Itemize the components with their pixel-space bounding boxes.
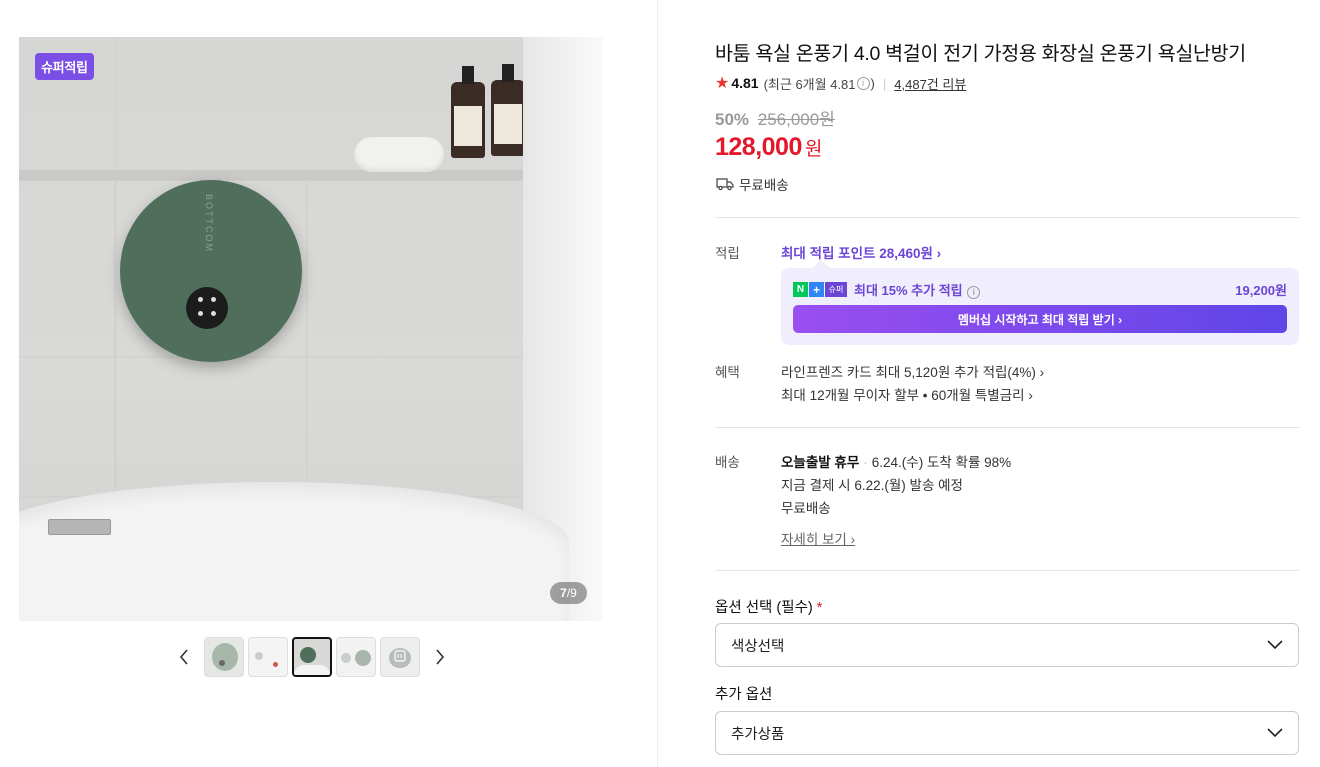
wall-shelf	[19, 170, 529, 180]
truck-icon	[716, 178, 734, 191]
rating-row: ★ 4.81 (최근 6개월 4.81 i ) | 4,487건 리뷰	[715, 73, 966, 93]
delivery-eta-row: 오늘출발 휴무 · 6.24.(수) 도착 확률 98%	[781, 451, 1011, 471]
discount-row: 50% 256,000원	[715, 105, 835, 130]
free-shipping-tag: 무료배송	[716, 174, 789, 194]
bathtub-image	[19, 482, 569, 621]
recent-rating-close: )	[870, 75, 875, 91]
membership-start-button[interactable]: 멤버십 시작하고 최대 적립 받기 ›	[793, 305, 1287, 333]
info-icon[interactable]: i	[856, 76, 870, 90]
price-unit: 원	[804, 139, 823, 160]
thumbnail-4[interactable]	[336, 637, 376, 677]
counter-current: 7	[560, 586, 567, 600]
extra-option-label: 추가 옵션	[715, 687, 773, 703]
discount-rate: 50%	[715, 110, 750, 129]
heater-control-panel	[186, 287, 228, 329]
divider	[715, 217, 1299, 218]
recent-rating: (최근 6개월 4.81	[763, 76, 856, 92]
npay-membership-box: N + 슈퍼 최대 15% 추가 적립 i 19,200원 멤버십 시작하고 최…	[781, 268, 1299, 345]
sale-price: 128,000	[715, 133, 802, 161]
extra-product-select-dropdown[interactable]: 추가상품	[715, 711, 1299, 755]
card-benefit-link[interactable]: 라인프렌즈 카드 최대 5,120원 추가 적립(4%) ›	[781, 361, 1044, 381]
color-select-dropdown[interactable]: 색상선택	[715, 623, 1299, 667]
thumbnail-list	[204, 637, 420, 677]
required-option-text: 옵션 선택 (필수)	[715, 600, 813, 616]
product-title: 바툼 욕실 온풍기 4.0 벽걸이 전기 가정용 화장실 온풍기 욕실난방기	[715, 43, 1246, 65]
npay-extra-points-text: 최대 15% 추가 적립	[854, 283, 963, 298]
chevron-down-icon	[1267, 640, 1283, 650]
required-star: *	[816, 600, 823, 616]
free-shipping-label: 무료배송	[739, 178, 789, 193]
extra-select-value: 추가상품	[731, 726, 785, 743]
points-label: 적립	[715, 246, 740, 261]
drain-image	[48, 519, 111, 535]
required-option-label: 옵션 선택 (필수) *	[715, 596, 822, 617]
max-points-link[interactable]: 최대 적립 포인트 28,460원 ›	[781, 242, 941, 262]
star-icon: ★	[715, 75, 730, 92]
main-product-image[interactable]: BOTTCOM	[19, 37, 603, 621]
review-count-link[interactable]: 4,487건 리뷰	[894, 74, 966, 93]
npay-extra-points: 최대 15% 추가 적립 i	[854, 280, 981, 299]
naver-n-logo: N	[793, 282, 808, 297]
today-dispatch-status: 오늘출발 휴무	[781, 455, 860, 470]
thumbnail-5-video[interactable]	[380, 637, 420, 677]
heater-brand-mark: BOTTCOM	[204, 194, 214, 253]
separator: |	[882, 75, 887, 91]
counter-total: /9	[566, 586, 577, 600]
info-icon[interactable]: i	[967, 286, 981, 299]
color-select-value: 색상선택	[731, 638, 785, 655]
benefits-label: 혜택	[715, 365, 740, 380]
dispatch-info: 지금 결제 시 6.22.(월) 발송 예정	[781, 478, 963, 493]
image-page-counter: 7/9	[550, 582, 587, 604]
chevron-right-icon[interactable]	[427, 637, 453, 677]
rating-value: 4.81	[731, 75, 759, 91]
divider	[715, 427, 1299, 428]
chevron-down-icon	[1267, 728, 1283, 738]
delivery-fee: 무료배송	[781, 501, 831, 516]
delivery-detail-link[interactable]: 자세히 보기 ›	[781, 528, 855, 548]
product-gallery: BOTTCOM 슈퍼적립 7/9	[0, 0, 658, 767]
delivery-label: 배송	[715, 455, 740, 470]
delivery-eta: 6.24.(수) 도착 확률 98%	[871, 455, 1012, 470]
npay-amount: 19,200원	[1235, 283, 1287, 298]
npay-logos: N + 슈퍼	[793, 282, 847, 297]
divider	[715, 570, 1299, 571]
play-icon	[394, 650, 406, 662]
towel-image	[354, 137, 444, 172]
heater-product-image: BOTTCOM	[120, 180, 302, 362]
original-price: 256,000원	[757, 110, 835, 129]
thumbnail-2[interactable]	[248, 637, 288, 677]
super-logo: 슈퍼	[825, 282, 847, 297]
price-row: 128,000 원	[715, 133, 822, 162]
plus-logo: +	[809, 282, 824, 297]
dot-separator: ·	[863, 455, 868, 470]
installment-benefit-link[interactable]: 최대 12개월 무이자 할부 • 60개월 특별금리 ›	[781, 384, 1033, 404]
thumbnail-3-active[interactable]	[292, 637, 332, 677]
chevron-left-icon[interactable]	[171, 637, 197, 677]
thumbnail-strip	[171, 637, 453, 677]
thumbnail-1[interactable]	[204, 637, 244, 677]
super-reward-badge: 슈퍼적립	[35, 53, 94, 80]
